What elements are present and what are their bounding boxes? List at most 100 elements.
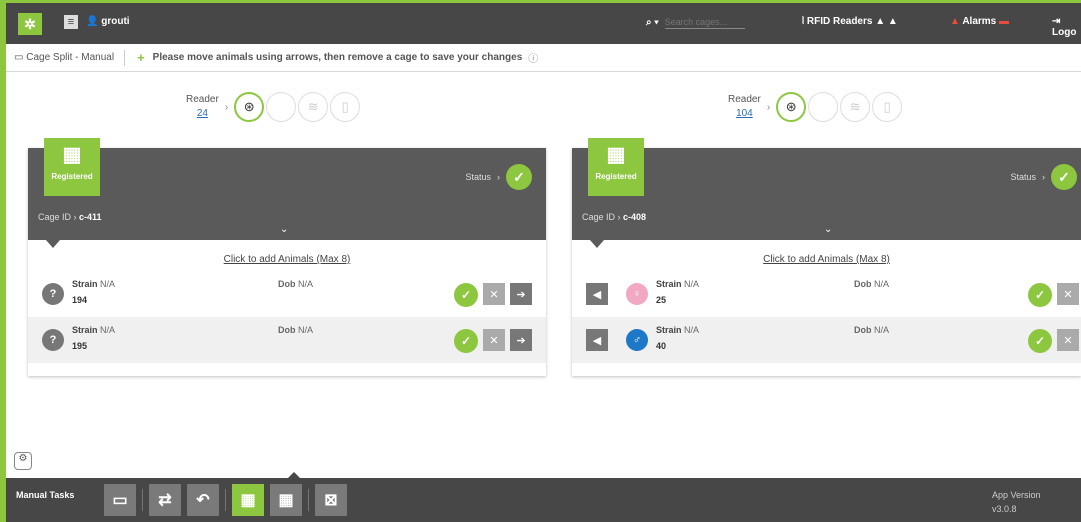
search-input[interactable] xyxy=(664,15,745,29)
animal-dob: Dob N/A xyxy=(278,279,313,289)
remove-animal-button[interactable]: ✕ xyxy=(1057,283,1079,305)
cage-id: Cage ID › c-411 xyxy=(38,212,102,222)
add-animals-link[interactable]: Click to add Animals (Max 8) xyxy=(572,240,1081,271)
alarms-label: Alarms xyxy=(962,16,997,27)
reader-label: Reader 24 xyxy=(186,93,219,121)
badge-label: Registered xyxy=(51,172,93,181)
status-label: Status xyxy=(1010,172,1036,182)
version-value: v3.0.8 xyxy=(992,504,1017,514)
empty-slot-icon[interactable] xyxy=(808,92,839,122)
rfid-icon: ⦚ xyxy=(802,16,805,27)
cage-icon: ▦ xyxy=(62,144,82,166)
cage-task-icon[interactable]: ▭ xyxy=(104,484,136,516)
top-navbar: ✲ ≡ 👤 grouti ⌕ ▾ ⦚ RFID Readers ▲ ▲ ▲ Al… xyxy=(6,0,1081,44)
status-check-icon: ✓ xyxy=(506,164,532,190)
empty-slot-icon[interactable] xyxy=(266,92,297,122)
plus-icon: + xyxy=(137,50,145,65)
move-left-button[interactable]: ◀ xyxy=(586,329,608,351)
app-logo-icon[interactable]: ✲ xyxy=(18,13,42,35)
version-label: App Version xyxy=(992,490,1041,500)
rfid-label: RFID Readers xyxy=(806,16,873,27)
animal-row: ◀ ♀ Strain N/A 25 Dob N/A ✓ ✕ xyxy=(572,271,1081,317)
animal-avatar-icon: ? xyxy=(42,329,64,351)
rfid-status-icons: ▲ ▲ xyxy=(875,16,898,27)
strain-label: Strain xyxy=(72,279,98,289)
dob-label: Dob xyxy=(278,279,296,289)
help-icon[interactable]: ⓘ xyxy=(528,50,538,65)
confirm-button[interactable]: ✓ xyxy=(1028,283,1052,307)
wifi-icon[interactable]: ≋ xyxy=(840,92,871,122)
cage-remove-task-icon[interactable]: ⊠ xyxy=(315,484,347,516)
cage-icon: ▭ xyxy=(14,51,24,63)
animal-row: ? Strain N/A 194 Dob N/A ✓ ✕ ➔ xyxy=(28,271,546,317)
arrow-icon: › xyxy=(766,101,771,113)
cage-split-task-icon[interactable]: ▦ xyxy=(232,484,264,516)
animal-number: 195 xyxy=(72,341,88,351)
remove-animal-button[interactable]: ✕ xyxy=(1057,329,1079,351)
animal-dob: Dob N/A xyxy=(854,325,889,335)
status-check-icon: ✓ xyxy=(1051,164,1077,190)
reader-id-link[interactable]: 24 xyxy=(197,108,208,119)
confirm-button[interactable]: ✓ xyxy=(1028,329,1052,353)
rfid-readers-menu[interactable]: ⦚ RFID Readers ▲ ▲ xyxy=(802,16,898,27)
bottom-taskbar: Manual Tasks ▭ ⇄ ↶ ▦ ▦ ⊠ App Version v3.… xyxy=(6,472,1081,522)
registered-badge: ▦ Registered xyxy=(44,138,100,196)
cage-id: Cage ID › c-408 xyxy=(582,212,647,222)
reader-widget: Reader 24 › ⊛ ≋ ▯ xyxy=(186,92,362,122)
cage-status: Status › ✓ xyxy=(465,164,532,190)
task-buttons: ▭ ⇄ ↶ ▦ ▦ ⊠ xyxy=(104,484,353,516)
dob-label: Dob xyxy=(278,325,296,335)
confirm-button[interactable]: ✓ xyxy=(454,283,478,307)
app-version: App Version v3.0.8 xyxy=(992,488,1041,516)
dob-label: Dob xyxy=(854,325,872,335)
quick-tasks-icon[interactable]: ⚙ xyxy=(14,452,32,470)
manual-tasks-label: Manual Tasks xyxy=(16,490,75,500)
reader-label: Reader 104 xyxy=(728,93,761,121)
animal-row: ? Strain N/A 195 Dob N/A ✓ ✕ ➔ xyxy=(28,317,546,363)
row-actions: ✓ ✕ ➔ xyxy=(454,283,532,307)
move-right-button[interactable]: ➔ xyxy=(510,329,532,351)
animal-strain: Strain N/A xyxy=(656,325,699,335)
rfid-scan-icon[interactable]: ⊛ xyxy=(234,92,265,122)
cage-id-label: Cage ID xyxy=(38,212,72,222)
animal-strain: Strain N/A xyxy=(72,279,115,289)
row-actions: ✓ ✕ xyxy=(1028,283,1079,307)
user-menu[interactable]: 👤 grouti xyxy=(86,16,130,27)
rfid-scan-icon[interactable]: ⊛ xyxy=(776,92,807,122)
menu-icon[interactable]: ≡ xyxy=(64,15,78,29)
arrow-icon: › xyxy=(224,101,229,113)
undo-task-icon[interactable]: ↶ xyxy=(187,484,219,516)
search-icon[interactable]: ⌕ ▾ xyxy=(646,17,659,28)
confirm-button[interactable]: ✓ xyxy=(454,329,478,353)
reader-id-link[interactable]: 104 xyxy=(736,108,753,119)
logout-icon: ⇥ xyxy=(1052,16,1061,27)
animal-strain: Strain N/A xyxy=(72,325,115,335)
move-left-button[interactable]: ◀ xyxy=(586,283,608,305)
badge-label: Registered xyxy=(595,172,637,181)
tag-icon[interactable]: ▯ xyxy=(330,92,361,122)
tag-icon[interactable]: ▯ xyxy=(872,92,903,122)
add-animals-text[interactable]: Click to add Animals (Max 8) xyxy=(224,254,351,265)
alarms-menu[interactable]: ▲ Alarms ▬ xyxy=(950,16,1009,27)
move-right-button[interactable]: ➔ xyxy=(510,283,532,305)
strain-label: Strain xyxy=(72,325,98,335)
animal-number: 40 xyxy=(656,341,667,351)
remove-animal-button[interactable]: ✕ xyxy=(483,283,505,305)
add-animals-text[interactable]: Click to add Animals (Max 8) xyxy=(763,254,890,265)
remove-animal-button[interactable]: ✕ xyxy=(483,329,505,351)
dob-value: N/A xyxy=(874,325,890,335)
add-animals-link[interactable]: Click to add Animals (Max 8) xyxy=(28,240,546,271)
strain-label: Strain xyxy=(656,279,682,289)
chevron-down-icon[interactable]: ⌄ xyxy=(824,224,832,235)
cage-id-value: c-411 xyxy=(79,212,102,222)
breadcrumb[interactable]: ▭ Cage Split - Manual xyxy=(6,49,126,66)
transfer-task-icon[interactable]: ⇄ xyxy=(149,484,181,516)
animal-avatar-icon: ? xyxy=(42,283,64,305)
header-notch xyxy=(590,240,604,248)
chevron-down-icon[interactable]: ⌄ xyxy=(280,224,288,235)
dob-label: Dob xyxy=(854,279,872,289)
wifi-icon[interactable]: ≋ xyxy=(298,92,329,122)
animal-number: 25 xyxy=(656,295,667,305)
cage-merge-task-icon[interactable]: ▦ xyxy=(270,484,302,516)
logout-button[interactable]: ⇥ Logo xyxy=(1052,16,1081,38)
